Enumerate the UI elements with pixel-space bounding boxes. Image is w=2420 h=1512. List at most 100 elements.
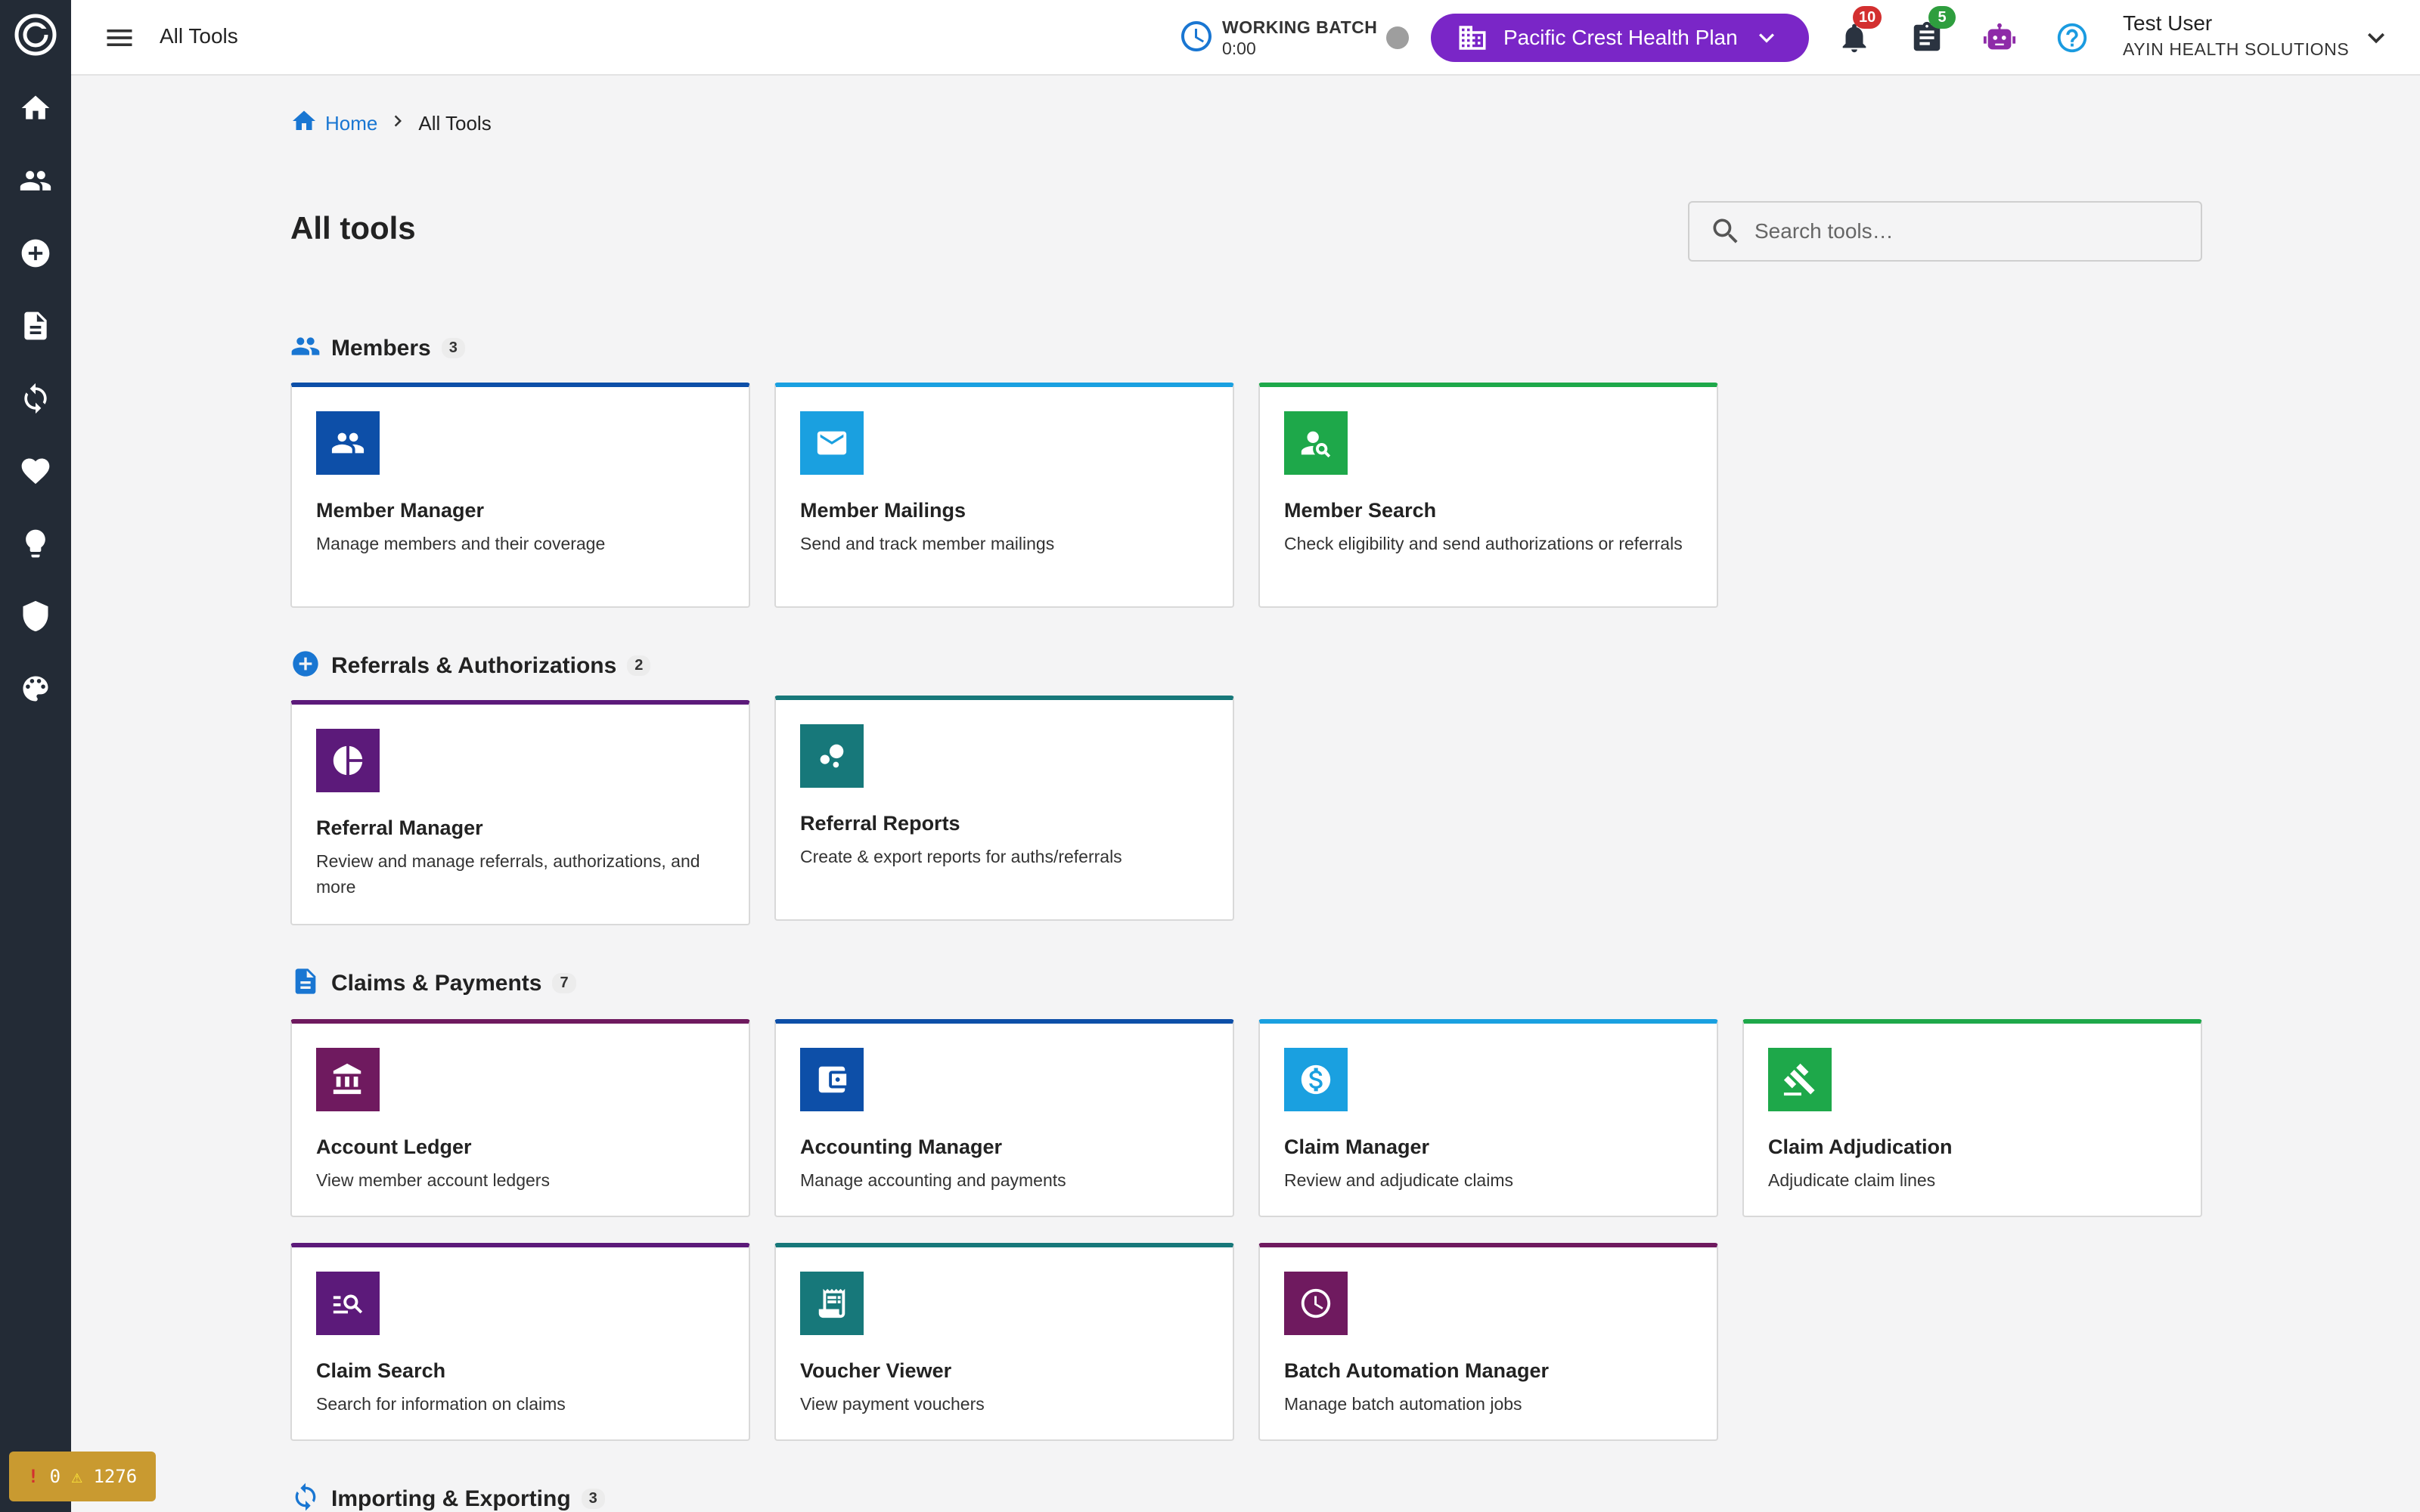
error-icon: !: [27, 1466, 39, 1487]
sidebar-lightbulb-icon[interactable]: [17, 525, 54, 562]
sidebar-palette-icon[interactable]: [17, 671, 54, 707]
search-box[interactable]: [1688, 201, 2202, 262]
tool-card-account-ledger[interactable]: Account Ledger View member account ledge…: [290, 1019, 750, 1217]
document-icon: [290, 966, 321, 1000]
sidebar-add-circle-icon[interactable]: [17, 235, 54, 271]
tool-card-voucher-viewer[interactable]: Voucher Viewer View payment vouchers: [774, 1243, 1234, 1441]
section-count-badge: 3: [581, 1489, 605, 1509]
card-title: Voucher Viewer: [800, 1359, 952, 1382]
tool-card-batch-automation-manager[interactable]: Batch Automation Manager Manage batch au…: [1258, 1243, 1718, 1441]
card-title: Account Ledger: [316, 1136, 472, 1158]
help-icon[interactable]: [2054, 20, 2090, 56]
card-title: Claim Search: [316, 1359, 446, 1382]
user-menu[interactable]: Test User AYIN HEALTH SOLUTIONS: [2123, 11, 2349, 62]
section-claims-header: Claims & Payments 7: [290, 966, 576, 1000]
building-icon: [1459, 26, 1486, 50]
section-title: Claims & Payments: [331, 970, 542, 996]
bank-icon: [316, 1048, 380, 1111]
card-description: Create & export reports for auths/referr…: [800, 847, 1122, 866]
tasks-count-badge: 5: [1928, 6, 1956, 29]
people-icon: [316, 411, 380, 475]
assistant-robot-icon[interactable]: [1981, 20, 2018, 56]
card-description: Search for information on claims: [316, 1394, 566, 1414]
section-title: Members: [331, 335, 431, 361]
section-referrals-header: Referrals & Authorizations 2: [290, 649, 651, 683]
sidebar-people-icon[interactable]: [17, 163, 54, 199]
tool-card-claim-adjudication[interactable]: Claim Adjudication Adjudicate claim line…: [1742, 1019, 2202, 1217]
warning-count: 1276: [93, 1466, 138, 1487]
user-name: Test User: [2123, 11, 2213, 35]
card-description: Manage members and their coverage: [316, 534, 606, 553]
search-input[interactable]: [1754, 219, 2178, 243]
card-title: Referral Reports: [800, 812, 960, 835]
card-title: Batch Automation Manager: [1284, 1359, 1550, 1382]
wallet-icon: [800, 1048, 864, 1111]
top-bar-title: All Tools: [160, 24, 238, 48]
breadcrumb-home-link[interactable]: Home: [325, 112, 377, 135]
chevron-down-icon: [1758, 33, 1774, 43]
app-logo-icon[interactable]: [14, 14, 57, 56]
clock-icon: [1178, 18, 1215, 58]
dollar-icon: [1284, 1048, 1348, 1111]
pie-chart-icon: [316, 729, 380, 792]
search-icon: [1713, 218, 1738, 243]
card-description: Send and track member mailings: [800, 534, 1055, 553]
section-count-badge: 7: [552, 973, 576, 993]
bubble-chart-icon: [800, 724, 864, 788]
card-title: Member Mailings: [800, 499, 966, 522]
breadcrumb: Home All Tools: [290, 107, 492, 140]
tool-card-claim-search[interactable]: Claim Search Search for information on c…: [290, 1243, 750, 1441]
section-importing-header: Importing & Exporting 3: [290, 1482, 605, 1512]
sync-icon: [290, 1482, 321, 1512]
mail-icon: [800, 411, 864, 475]
card-title: Member Manager: [316, 499, 485, 522]
plan-label: Pacific Crest Health Plan: [1503, 26, 1738, 49]
batch-label: WORKING BATCH: [1222, 17, 1378, 37]
card-description: Review and adjudicate claims: [1284, 1170, 1513, 1190]
tasks-clipboard-icon[interactable]: 5: [1909, 6, 1956, 56]
card-title: Member Search: [1284, 499, 1437, 522]
card-description: View member account ledgers: [316, 1170, 550, 1190]
section-count-badge: 3: [441, 338, 465, 358]
dev-status-bar[interactable]: ! 0 ⚠ 1276: [9, 1452, 156, 1501]
page-title: All tools: [290, 210, 416, 246]
working-batch[interactable]: WORKING BATCH 0:00: [1178, 15, 1410, 60]
add-circle-icon: [290, 649, 321, 683]
card-description: Manage batch automation jobs: [1284, 1394, 1522, 1414]
notifications-bell-icon[interactable]: 10: [1836, 6, 1882, 56]
hamburger-menu-icon[interactable]: [101, 20, 138, 56]
sidebar-home-icon[interactable]: [17, 90, 54, 126]
card-description: Manage accounting and payments: [800, 1170, 1066, 1190]
warning-icon: ⚠: [71, 1466, 82, 1487]
tool-card-referral-manager[interactable]: Referral Manager Review and manage refer…: [290, 700, 750, 925]
section-title: Importing & Exporting: [331, 1486, 571, 1511]
section-count-badge: 2: [627, 655, 651, 676]
tool-card-claim-manager[interactable]: Claim Manager Review and adjudicate clai…: [1258, 1019, 1718, 1217]
card-description: Check eligibility and send authorization…: [1284, 534, 1683, 553]
sidebar-document-icon[interactable]: [17, 308, 54, 344]
section-members-header: Members 3: [290, 331, 465, 365]
tool-card-accounting-manager[interactable]: Accounting Manager Manage accounting and…: [774, 1019, 1234, 1217]
plan-selector-button[interactable]: Pacific Crest Health Plan: [1431, 14, 1809, 62]
section-title: Referrals & Authorizations: [331, 652, 617, 678]
error-count: 0: [49, 1466, 61, 1487]
user-menu-chevron-icon[interactable]: [2360, 21, 2393, 54]
sidebar-heart-icon[interactable]: [17, 453, 54, 489]
breadcrumb-current: All Tools: [418, 112, 492, 135]
people-icon: [290, 331, 321, 365]
tool-card-referral-reports[interactable]: Referral Reports Create & export reports…: [774, 696, 1234, 921]
sidebar-shield-icon[interactable]: [17, 598, 54, 634]
sidebar-sync-icon[interactable]: [17, 380, 54, 417]
gavel-icon: [1768, 1048, 1832, 1111]
batch-status-dot: [1386, 26, 1410, 49]
card-title: Referral Manager: [316, 816, 483, 839]
tool-card-member-search[interactable]: Member Search Check eligibility and send…: [1258, 383, 1718, 608]
card-description: Review and manage referrals, authorizati…: [316, 851, 700, 897]
receipt-icon: [800, 1272, 864, 1335]
tool-card-member-manager[interactable]: Member Manager Manage members and their …: [290, 383, 750, 608]
card-description: Adjudicate claim lines: [1768, 1170, 1936, 1190]
home-icon[interactable]: [290, 107, 318, 140]
chevron-right-icon: [377, 110, 418, 138]
tool-card-member-mailings[interactable]: Member Mailings Send and track member ma…: [774, 383, 1234, 608]
user-org: AYIN HEALTH SOLUTIONS: [2123, 39, 2350, 59]
